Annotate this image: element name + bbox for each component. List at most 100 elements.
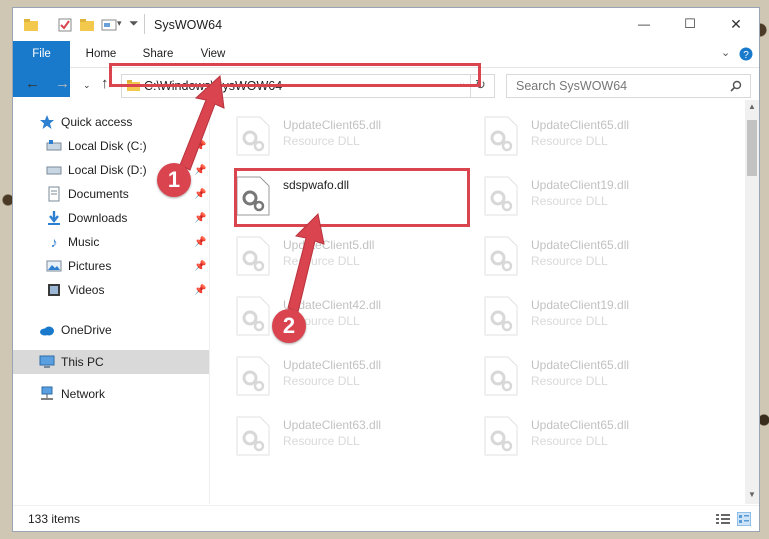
file-item[interactable]: UpdateClient65.dll Resource DLL — [459, 408, 699, 464]
file-type: Resource DLL — [283, 254, 360, 268]
dll-file-icon — [236, 416, 270, 456]
search-input[interactable]: Search SysWOW64 — [506, 74, 751, 98]
svg-text:?: ? — [743, 50, 749, 61]
file-item[interactable]: UpdateClient42.dll Resource DLL — [211, 288, 451, 344]
scrollbar-thumb[interactable] — [747, 120, 757, 176]
file-item[interactable]: UpdateClient65.dll Resource DLL — [459, 228, 699, 284]
videos-icon — [48, 284, 60, 296]
dll-file-icon — [484, 356, 518, 396]
sidebar-item-label: Videos — [68, 283, 105, 297]
pin-icon[interactable]: 📌 — [194, 261, 206, 272]
file-item[interactable]: UpdateClient65.dll Resource DLL — [211, 108, 451, 164]
pin-icon[interactable]: 📌 — [194, 141, 206, 152]
window-title: SysWOW64 — [154, 18, 223, 32]
sidebar-item-label: Network — [61, 387, 106, 401]
maximize-icon: ☐ — [684, 16, 696, 31]
file-item[interactable]: UpdateClient65.dll Resource DLL — [211, 348, 451, 404]
sidebar-item-label: Downloads — [68, 211, 128, 225]
file-name: UpdateClient65.dll — [283, 358, 382, 372]
rename-icon[interactable] — [101, 17, 117, 33]
dll-file-icon — [484, 116, 518, 156]
music-icon: ♪ — [50, 234, 58, 250]
sidebar-item-label: OneDrive — [61, 323, 112, 337]
help-icon[interactable]: ? — [739, 47, 753, 61]
up-arrow-icon[interactable]: ↑ — [101, 75, 109, 92]
drive-icon — [46, 166, 62, 175]
file-type: Resource DLL — [283, 434, 360, 448]
star-icon — [40, 115, 54, 129]
sidebar-item-local-disk-c[interactable]: Local Disk (C:) 📌 — [13, 134, 209, 158]
sidebar-item-videos[interactable]: Videos 📌 — [13, 278, 209, 302]
customize-toolbar-icon[interactable]: ▾ — [117, 18, 122, 34]
pane-divider — [209, 100, 210, 504]
file-item[interactable]: UpdateClient65.dll Resource DLL — [459, 108, 699, 164]
drive-icon — [46, 140, 62, 151]
network-icon — [41, 386, 53, 400]
address-dropdown-icon[interactable]: ⌄ — [458, 78, 466, 89]
file-item[interactable]: UpdateClient65.dll Resource DLL — [459, 348, 699, 404]
sidebar-item-this-pc[interactable]: This PC — [13, 350, 209, 374]
new-folder-icon[interactable] — [79, 17, 95, 33]
file-name: UpdateClient5.dll — [283, 238, 375, 252]
file-item[interactable]: UpdateClient19.dll Resource DLL — [459, 288, 699, 344]
back-arrow-icon[interactable]: ← — [25, 75, 40, 92]
file-type: Resource DLL — [531, 194, 608, 208]
ribbon-tabs: File Home Share View ⌄ ? — [13, 41, 759, 97]
item-count: 133 items — [28, 512, 81, 526]
file-explorer-window: ▾ ⏷ SysWOW64 — ☐ ✕ File Home Share View … — [13, 8, 759, 531]
minimize-button[interactable]: — — [621, 8, 667, 40]
close-button[interactable]: ✕ — [713, 8, 759, 40]
file-name: UpdateClient65.dll — [531, 238, 630, 252]
qa-dropdown-icon[interactable]: ⏷ — [129, 16, 139, 32]
dll-file-icon — [484, 176, 518, 216]
sidebar-item-quick-access[interactable]: Quick access — [13, 110, 209, 134]
file-name: UpdateClient65.dll — [283, 118, 382, 132]
pin-icon[interactable]: 📌 — [194, 189, 206, 200]
tab-home[interactable]: Home — [81, 41, 121, 67]
sidebar-item-network[interactable]: Network — [13, 382, 209, 406]
sidebar-item-pictures[interactable]: Pictures 📌 — [13, 254, 209, 278]
scroll-down-icon[interactable]: ▼ — [748, 490, 756, 499]
pin-icon[interactable]: 📌 — [194, 165, 206, 176]
details-view-icon[interactable] — [716, 513, 730, 525]
sidebar-item-onedrive[interactable]: OneDrive — [13, 318, 209, 342]
file-item[interactable]: UpdateClient19.dll Resource DLL — [459, 168, 699, 224]
file-item[interactable]: UpdateClient63.dll Resource DLL — [211, 408, 451, 464]
file-type: Resource DLL — [531, 254, 608, 268]
sidebar-item-label: This PC — [61, 355, 104, 369]
folder-icon — [127, 80, 140, 91]
refresh-icon[interactable]: ↻ — [475, 77, 486, 93]
file-type: Resource DLL — [283, 134, 360, 148]
sidebar-item-downloads[interactable]: Downloads 📌 — [13, 206, 209, 230]
properties-icon[interactable] — [57, 17, 73, 33]
maximize-button[interactable]: ☐ — [667, 8, 713, 40]
search-icon[interactable] — [730, 80, 742, 92]
file-item[interactable]: UpdateClient5.dll Resource DLL — [211, 228, 451, 284]
chevron-down-icon[interactable]: ⌄ — [721, 46, 730, 59]
vertical-scrollbar[interactable]: ▲ ▼ — [745, 100, 759, 504]
recent-locations-icon[interactable]: ⌄ — [83, 80, 91, 91]
file-type: Resource DLL — [531, 314, 608, 328]
cloud-icon — [40, 326, 54, 336]
file-type: Resource DLL — [531, 374, 608, 388]
tab-view[interactable]: View — [195, 41, 231, 67]
dll-file-icon — [484, 296, 518, 336]
pin-icon[interactable]: 📌 — [194, 213, 206, 224]
dll-file-icon — [236, 236, 270, 276]
sidebar-item-label: Local Disk (D:) — [68, 163, 147, 177]
dll-file-icon — [236, 356, 270, 396]
forward-arrow-icon[interactable]: → — [55, 75, 70, 92]
sidebar-item-label: Pictures — [68, 259, 112, 273]
minimize-icon: — — [638, 17, 650, 31]
file-name: UpdateClient63.dll — [283, 418, 382, 432]
tiles-view-icon[interactable] — [737, 512, 751, 526]
address-bar[interactable]: C:\Windows\SysWOW64 ⌄ ↻ — [121, 74, 495, 98]
pin-icon[interactable]: 📌 — [194, 237, 206, 248]
address-divider — [470, 75, 471, 97]
sidebar-item-music[interactable]: ♪ Music 📌 — [13, 230, 209, 254]
address-path: C:\Windows\SysWOW64 — [144, 79, 283, 93]
pin-icon[interactable]: 📌 — [194, 285, 206, 296]
status-bar: 133 items — [13, 505, 759, 532]
tab-share[interactable]: Share — [137, 41, 179, 67]
scroll-up-icon[interactable]: ▲ — [748, 102, 756, 111]
